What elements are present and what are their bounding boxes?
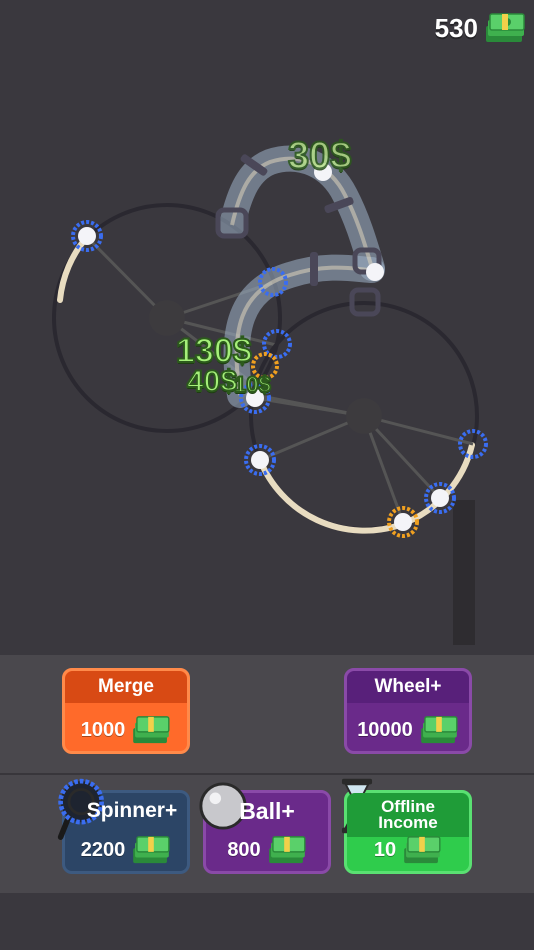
ball-price: 800	[206, 835, 328, 865]
cash-stack-icon	[133, 716, 170, 744]
spinner-price: 2200	[65, 835, 187, 865]
merge-price: 1000	[65, 715, 187, 745]
side-pillar	[453, 500, 475, 645]
spinner-plus-button[interactable]: Spinner+ 2200	[57, 778, 190, 874]
spinner-price-value: 2200	[80, 838, 126, 861]
wheel-label: Wheel+	[347, 671, 469, 703]
ball[interactable]	[71, 220, 103, 252]
ball-price-value: 800	[227, 838, 261, 861]
cash-stack-icon	[421, 716, 458, 744]
ball-label: Ball+	[239, 797, 295, 824]
offline-price-value: 10	[373, 838, 397, 861]
wheel-price-value: 10000	[357, 718, 413, 741]
ball[interactable]	[366, 263, 384, 281]
offline-price: 10	[347, 835, 469, 865]
money-value: 530	[434, 12, 478, 43]
spinner-label: Spinner+	[86, 799, 178, 822]
reward-popup: 10$	[233, 371, 272, 398]
ball[interactable]	[244, 444, 276, 476]
wheel-price: 10000	[347, 715, 469, 745]
cash-stack-icon	[404, 836, 441, 864]
merge-price-value: 1000	[80, 718, 126, 741]
reward-popup: 40$	[186, 364, 238, 399]
offline-label: Offline Income	[347, 793, 469, 837]
reward-popup: 30$	[287, 134, 352, 178]
bottom-area	[0, 893, 534, 950]
offline-income-button[interactable]: Offline Income 10	[341, 778, 472, 874]
cash-stack-icon	[268, 836, 306, 864]
game-board[interactable]	[0, 0, 534, 655]
cash-stack-icon	[486, 13, 525, 42]
ball-plus-button[interactable]: Ball+ 800	[199, 782, 331, 874]
wheel-plus-button[interactable]: Wheel+ 10000	[344, 668, 472, 754]
merge-label: Merge	[65, 671, 187, 703]
merge-button[interactable]: Merge 1000	[62, 668, 190, 754]
cash-stack-icon	[133, 836, 170, 864]
money-counter: 530	[435, 12, 526, 44]
offline-label-line2: Income	[378, 813, 438, 832]
